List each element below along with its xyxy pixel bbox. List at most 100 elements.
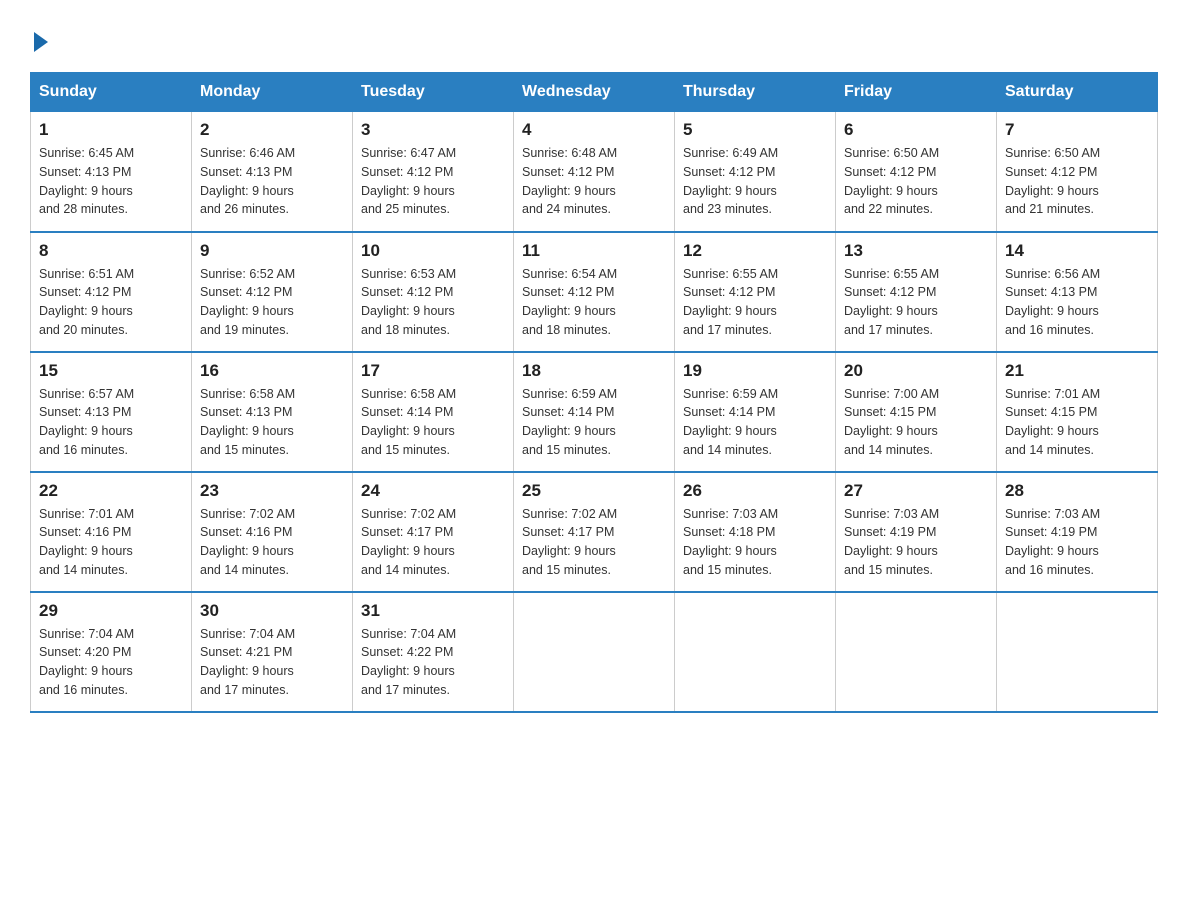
day-number: 24 — [361, 481, 505, 501]
day-number: 13 — [844, 241, 988, 261]
day-number: 21 — [1005, 361, 1149, 381]
calendar-header-monday: Monday — [192, 73, 353, 112]
calendar-header-friday: Friday — [836, 73, 997, 112]
calendar-week-row: 15 Sunrise: 6:57 AM Sunset: 4:13 PM Dayl… — [31, 352, 1158, 472]
day-info: Sunrise: 7:04 AM Sunset: 4:22 PM Dayligh… — [361, 625, 505, 700]
day-info: Sunrise: 6:49 AM Sunset: 4:12 PM Dayligh… — [683, 144, 827, 219]
calendar-cell: 24 Sunrise: 7:02 AM Sunset: 4:17 PM Dayl… — [353, 472, 514, 592]
calendar-header-thursday: Thursday — [675, 73, 836, 112]
calendar-cell: 18 Sunrise: 6:59 AM Sunset: 4:14 PM Dayl… — [514, 352, 675, 472]
day-info: Sunrise: 6:55 AM Sunset: 4:12 PM Dayligh… — [683, 265, 827, 340]
calendar-cell: 15 Sunrise: 6:57 AM Sunset: 4:13 PM Dayl… — [31, 352, 192, 472]
day-info: Sunrise: 6:48 AM Sunset: 4:12 PM Dayligh… — [522, 144, 666, 219]
day-number: 22 — [39, 481, 183, 501]
day-info: Sunrise: 7:04 AM Sunset: 4:21 PM Dayligh… — [200, 625, 344, 700]
calendar-header-wednesday: Wednesday — [514, 73, 675, 112]
calendar-cell: 6 Sunrise: 6:50 AM Sunset: 4:12 PM Dayli… — [836, 112, 997, 232]
day-number: 7 — [1005, 120, 1149, 140]
calendar-cell: 17 Sunrise: 6:58 AM Sunset: 4:14 PM Dayl… — [353, 352, 514, 472]
day-number: 1 — [39, 120, 183, 140]
day-number: 17 — [361, 361, 505, 381]
day-info: Sunrise: 6:47 AM Sunset: 4:12 PM Dayligh… — [361, 144, 505, 219]
day-number: 19 — [683, 361, 827, 381]
calendar-cell: 3 Sunrise: 6:47 AM Sunset: 4:12 PM Dayli… — [353, 112, 514, 232]
calendar-cell — [514, 592, 675, 712]
day-number: 11 — [522, 241, 666, 261]
day-info: Sunrise: 6:50 AM Sunset: 4:12 PM Dayligh… — [844, 144, 988, 219]
day-info: Sunrise: 6:50 AM Sunset: 4:12 PM Dayligh… — [1005, 144, 1149, 219]
day-number: 30 — [200, 601, 344, 621]
calendar-cell — [997, 592, 1158, 712]
calendar-cell: 25 Sunrise: 7:02 AM Sunset: 4:17 PM Dayl… — [514, 472, 675, 592]
day-number: 14 — [1005, 241, 1149, 261]
day-info: Sunrise: 7:00 AM Sunset: 4:15 PM Dayligh… — [844, 385, 988, 460]
day-info: Sunrise: 6:57 AM Sunset: 4:13 PM Dayligh… — [39, 385, 183, 460]
day-info: Sunrise: 7:02 AM Sunset: 4:17 PM Dayligh… — [361, 505, 505, 580]
day-number: 18 — [522, 361, 666, 381]
day-info: Sunrise: 6:52 AM Sunset: 4:12 PM Dayligh… — [200, 265, 344, 340]
day-number: 31 — [361, 601, 505, 621]
day-info: Sunrise: 6:59 AM Sunset: 4:14 PM Dayligh… — [522, 385, 666, 460]
logo — [30, 30, 52, 52]
day-info: Sunrise: 6:46 AM Sunset: 4:13 PM Dayligh… — [200, 144, 344, 219]
day-number: 25 — [522, 481, 666, 501]
calendar-cell: 21 Sunrise: 7:01 AM Sunset: 4:15 PM Dayl… — [997, 352, 1158, 472]
calendar-cell: 26 Sunrise: 7:03 AM Sunset: 4:18 PM Dayl… — [675, 472, 836, 592]
calendar-body: 1 Sunrise: 6:45 AM Sunset: 4:13 PM Dayli… — [31, 112, 1158, 712]
calendar-cell: 28 Sunrise: 7:03 AM Sunset: 4:19 PM Dayl… — [997, 472, 1158, 592]
calendar-cell: 31 Sunrise: 7:04 AM Sunset: 4:22 PM Dayl… — [353, 592, 514, 712]
calendar-cell: 2 Sunrise: 6:46 AM Sunset: 4:13 PM Dayli… — [192, 112, 353, 232]
calendar-week-row: 1 Sunrise: 6:45 AM Sunset: 4:13 PM Dayli… — [31, 112, 1158, 232]
calendar-cell: 9 Sunrise: 6:52 AM Sunset: 4:12 PM Dayli… — [192, 232, 353, 352]
page-header — [30, 30, 1158, 52]
calendar-cell: 11 Sunrise: 6:54 AM Sunset: 4:12 PM Dayl… — [514, 232, 675, 352]
calendar-cell: 5 Sunrise: 6:49 AM Sunset: 4:12 PM Dayli… — [675, 112, 836, 232]
calendar-cell: 30 Sunrise: 7:04 AM Sunset: 4:21 PM Dayl… — [192, 592, 353, 712]
calendar-header-row: SundayMondayTuesdayWednesdayThursdayFrid… — [31, 73, 1158, 112]
day-number: 6 — [844, 120, 988, 140]
day-info: Sunrise: 6:45 AM Sunset: 4:13 PM Dayligh… — [39, 144, 183, 219]
calendar-header-saturday: Saturday — [997, 73, 1158, 112]
day-number: 15 — [39, 361, 183, 381]
calendar-cell: 19 Sunrise: 6:59 AM Sunset: 4:14 PM Dayl… — [675, 352, 836, 472]
day-number: 8 — [39, 241, 183, 261]
calendar-cell: 12 Sunrise: 6:55 AM Sunset: 4:12 PM Dayl… — [675, 232, 836, 352]
day-info: Sunrise: 6:58 AM Sunset: 4:14 PM Dayligh… — [361, 385, 505, 460]
day-info: Sunrise: 7:02 AM Sunset: 4:16 PM Dayligh… — [200, 505, 344, 580]
day-info: Sunrise: 7:03 AM Sunset: 4:18 PM Dayligh… — [683, 505, 827, 580]
calendar-header-tuesday: Tuesday — [353, 73, 514, 112]
day-info: Sunrise: 7:03 AM Sunset: 4:19 PM Dayligh… — [844, 505, 988, 580]
day-number: 20 — [844, 361, 988, 381]
calendar-week-row: 29 Sunrise: 7:04 AM Sunset: 4:20 PM Dayl… — [31, 592, 1158, 712]
calendar-cell: 23 Sunrise: 7:02 AM Sunset: 4:16 PM Dayl… — [192, 472, 353, 592]
day-info: Sunrise: 6:56 AM Sunset: 4:13 PM Dayligh… — [1005, 265, 1149, 340]
calendar-cell — [675, 592, 836, 712]
day-info: Sunrise: 7:01 AM Sunset: 4:16 PM Dayligh… — [39, 505, 183, 580]
calendar-table: SundayMondayTuesdayWednesdayThursdayFrid… — [30, 72, 1158, 713]
calendar-cell: 27 Sunrise: 7:03 AM Sunset: 4:19 PM Dayl… — [836, 472, 997, 592]
calendar-header-sunday: Sunday — [31, 73, 192, 112]
day-info: Sunrise: 6:51 AM Sunset: 4:12 PM Dayligh… — [39, 265, 183, 340]
day-info: Sunrise: 7:03 AM Sunset: 4:19 PM Dayligh… — [1005, 505, 1149, 580]
day-number: 4 — [522, 120, 666, 140]
day-info: Sunrise: 6:53 AM Sunset: 4:12 PM Dayligh… — [361, 265, 505, 340]
day-number: 26 — [683, 481, 827, 501]
day-number: 3 — [361, 120, 505, 140]
day-number: 28 — [1005, 481, 1149, 501]
day-info: Sunrise: 6:55 AM Sunset: 4:12 PM Dayligh… — [844, 265, 988, 340]
day-number: 5 — [683, 120, 827, 140]
calendar-cell: 4 Sunrise: 6:48 AM Sunset: 4:12 PM Dayli… — [514, 112, 675, 232]
day-info: Sunrise: 6:58 AM Sunset: 4:13 PM Dayligh… — [200, 385, 344, 460]
calendar-cell — [836, 592, 997, 712]
day-number: 27 — [844, 481, 988, 501]
day-number: 23 — [200, 481, 344, 501]
calendar-cell: 8 Sunrise: 6:51 AM Sunset: 4:12 PM Dayli… — [31, 232, 192, 352]
calendar-week-row: 22 Sunrise: 7:01 AM Sunset: 4:16 PM Dayl… — [31, 472, 1158, 592]
calendar-cell: 10 Sunrise: 6:53 AM Sunset: 4:12 PM Dayl… — [353, 232, 514, 352]
logo-arrow-icon — [34, 32, 48, 52]
day-number: 16 — [200, 361, 344, 381]
calendar-cell: 20 Sunrise: 7:00 AM Sunset: 4:15 PM Dayl… — [836, 352, 997, 472]
day-info: Sunrise: 7:04 AM Sunset: 4:20 PM Dayligh… — [39, 625, 183, 700]
calendar-cell: 13 Sunrise: 6:55 AM Sunset: 4:12 PM Dayl… — [836, 232, 997, 352]
day-number: 29 — [39, 601, 183, 621]
